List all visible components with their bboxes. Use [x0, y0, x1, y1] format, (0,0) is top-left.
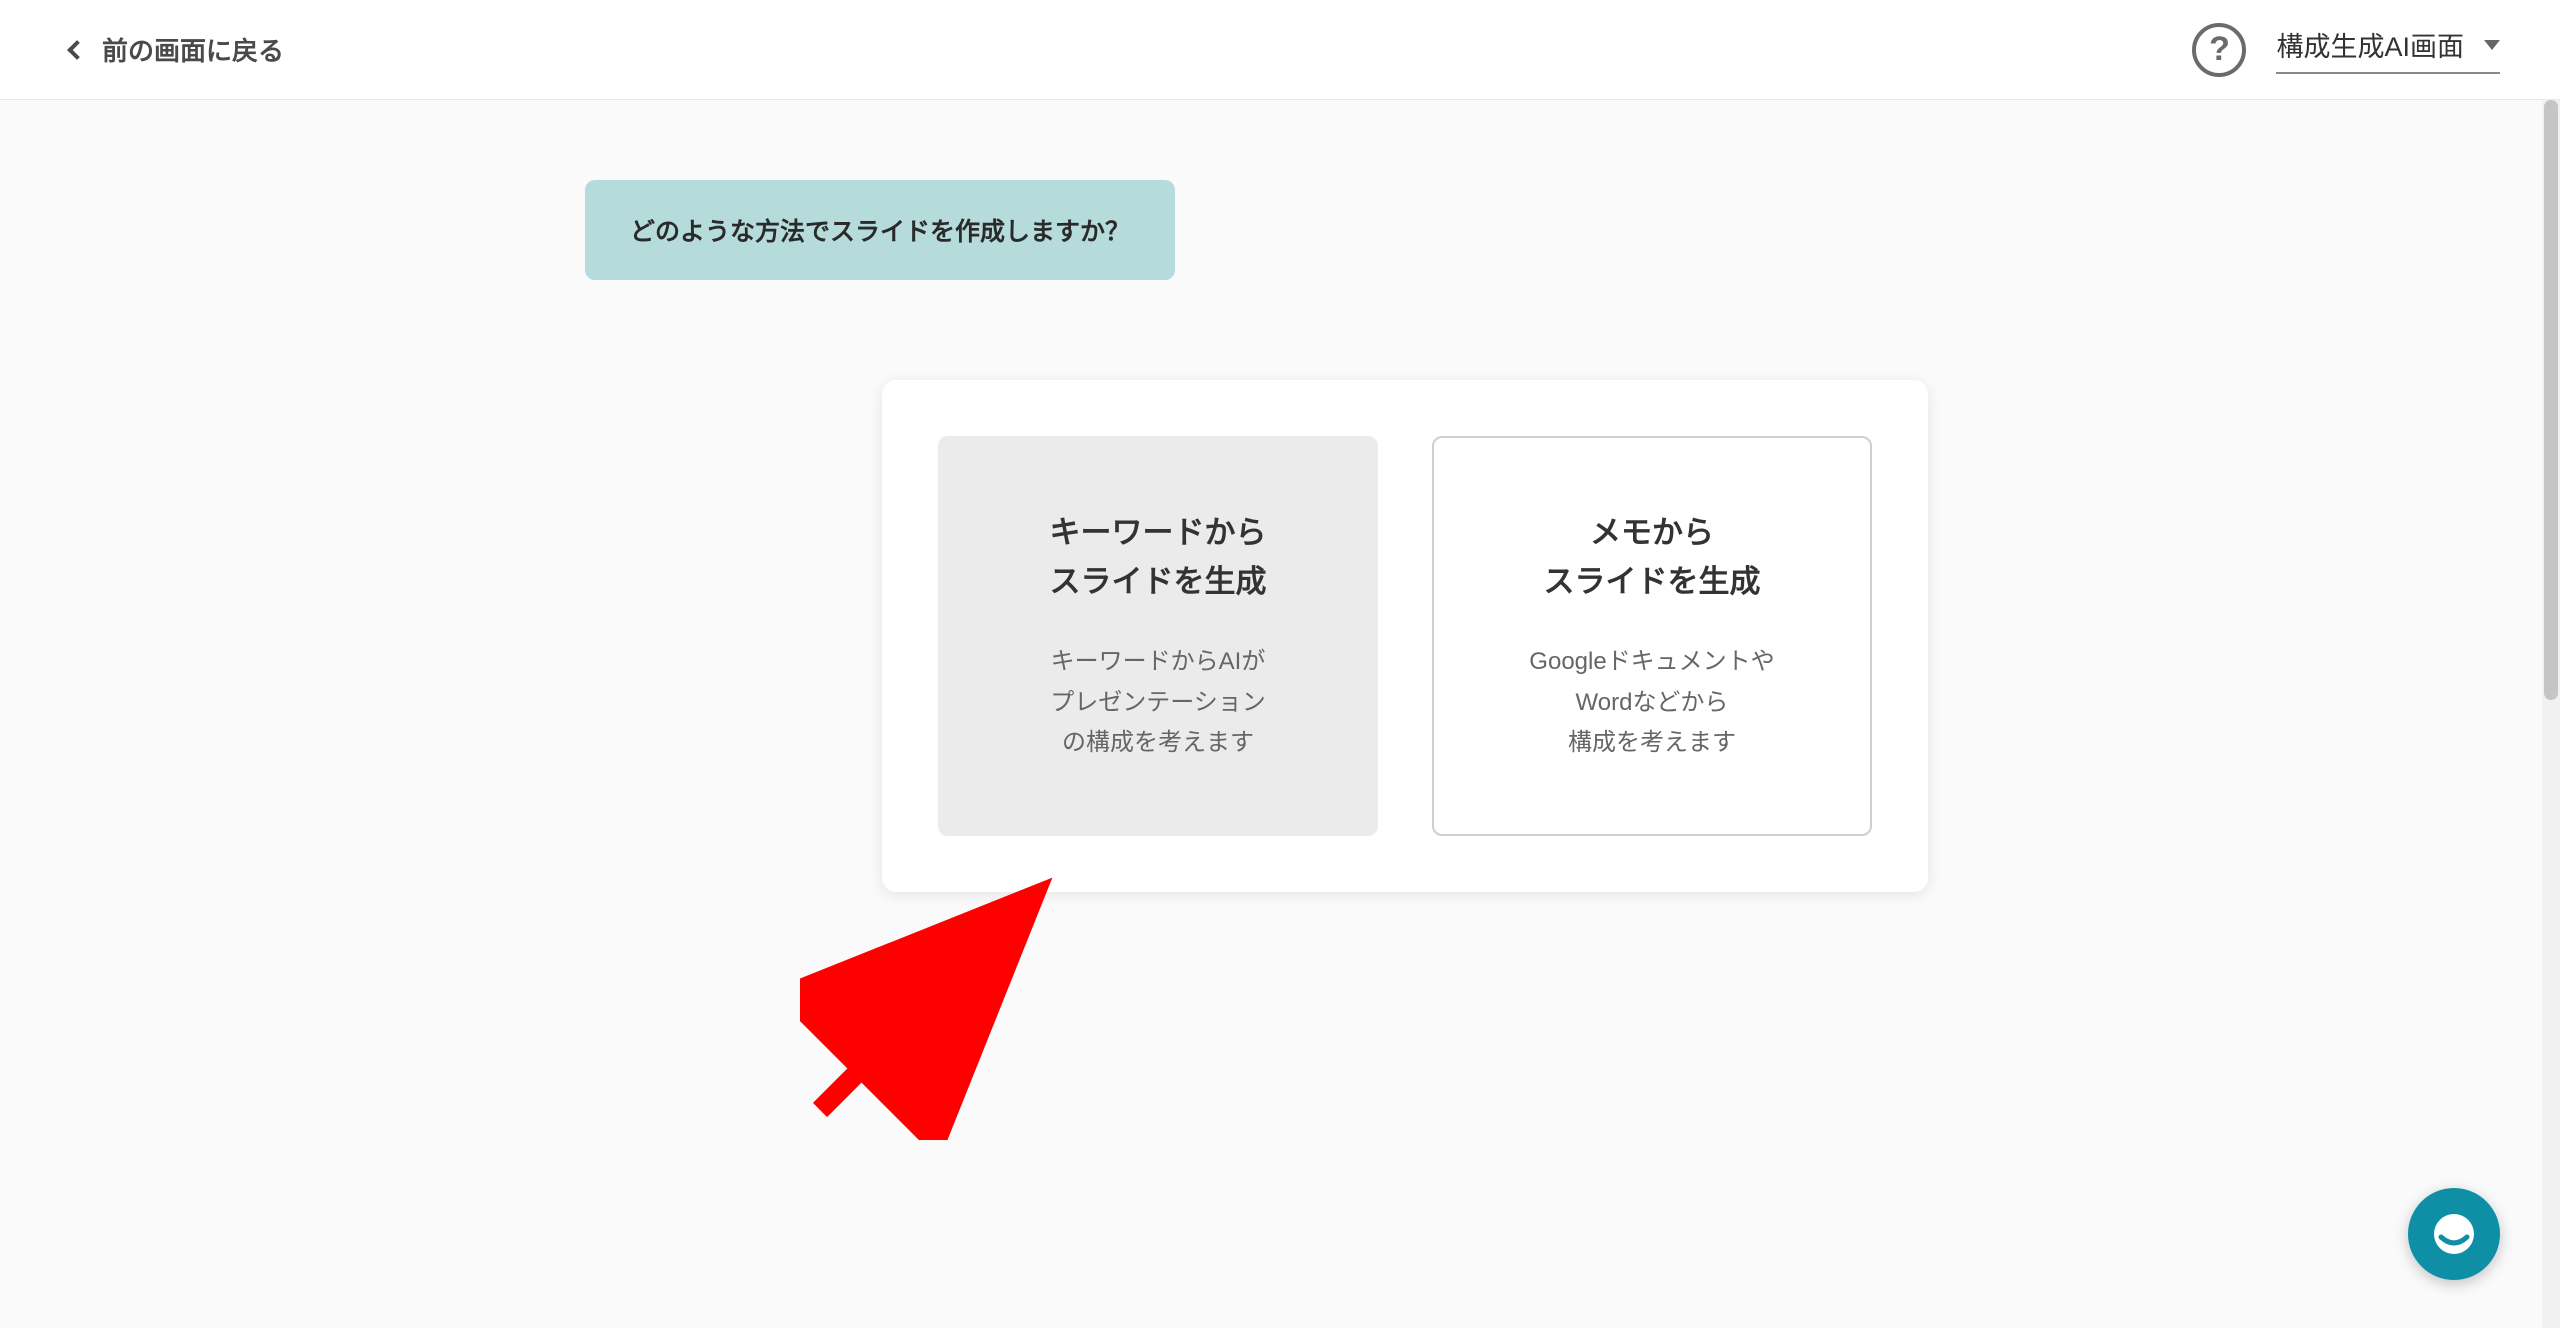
option-card-memo[interactable]: メモから スライドを生成 Googleドキュメントや Wordなどから 構成を考… [1432, 436, 1872, 836]
screen-selector-label: 構成生成AI画面 [2276, 25, 2464, 64]
option-desc: キーワードからAIが プレゼンテーション の構成を考えます [1050, 642, 1266, 764]
back-button[interactable]: 前の画面に戻る [70, 31, 284, 68]
option-desc: Googleドキュメントや Wordなどから 構成を考えます [1529, 642, 1774, 764]
header-right: ? 構成生成AI画面 [2192, 23, 2500, 77]
chat-icon [2429, 1209, 2479, 1259]
option-card-keyword[interactable]: キーワードから スライドを生成 キーワードからAIが プレゼンテーション の構成… [938, 436, 1378, 836]
option-title: キーワードから スライドを生成 [1050, 508, 1267, 607]
prompt-bubble: どのような方法でスライドを作成しますか？ [585, 180, 1175, 280]
scrollbar-track[interactable] [2542, 100, 2560, 1328]
options-panel: キーワードから スライドを生成 キーワードからAIが プレゼンテーション の構成… [882, 380, 1928, 892]
header: 前の画面に戻る ? 構成生成AI画面 [0, 0, 2560, 100]
chat-fab-button[interactable] [2408, 1188, 2500, 1280]
screen-selector-dropdown[interactable]: 構成生成AI画面 [2276, 25, 2500, 74]
chevron-down-icon [2484, 40, 2500, 50]
help-icon[interactable]: ? [2192, 23, 2246, 77]
chevron-left-icon [67, 40, 87, 60]
back-label: 前の画面に戻る [102, 31, 284, 68]
prompt-text: どのような方法でスライドを作成しますか？ [630, 218, 1130, 246]
main-content: どのような方法でスライドを作成しますか？ キーワードから スライドを生成 キーワ… [0, 100, 2560, 1328]
scrollbar-thumb[interactable] [2544, 100, 2558, 700]
option-title: メモから スライドを生成 [1544, 508, 1761, 607]
